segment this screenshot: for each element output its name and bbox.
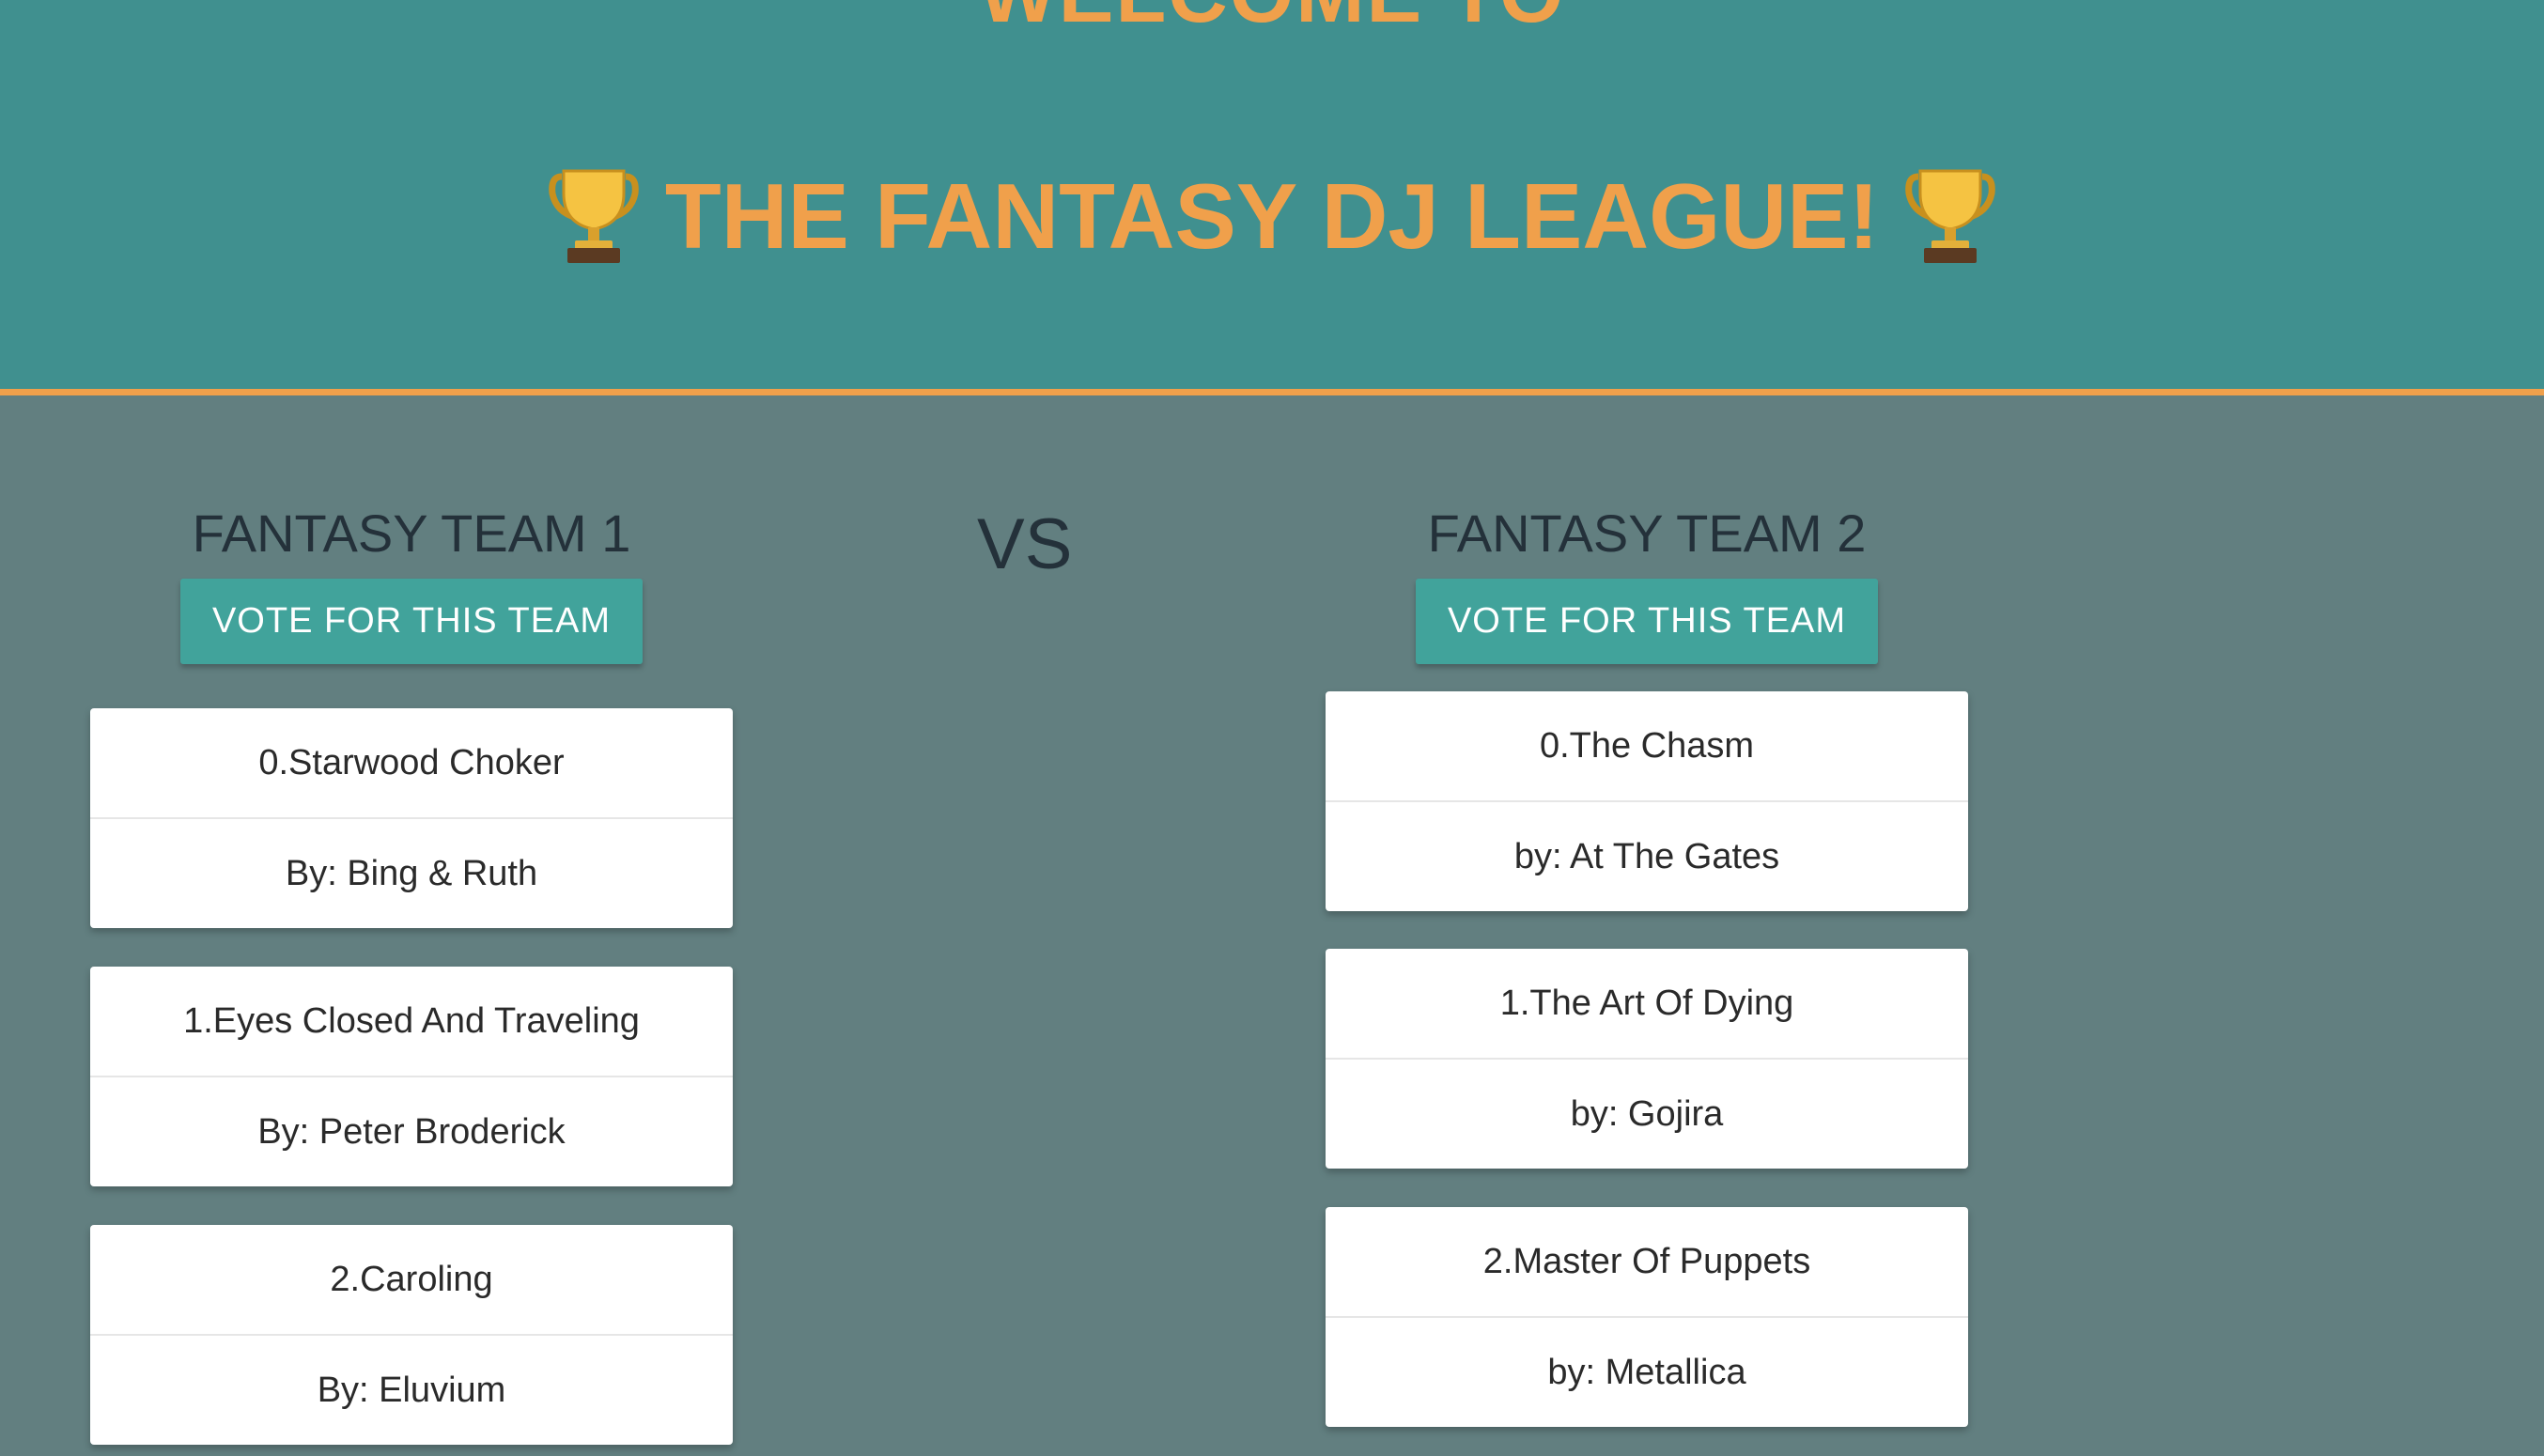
song-name: 1.Eyes Closed And Traveling	[90, 967, 733, 1077]
song-card[interactable]: 0.The Chasm by: At The Gates	[1326, 691, 1968, 911]
song-card[interactable]: 1.Eyes Closed And Traveling By: Peter Br…	[90, 967, 733, 1186]
trophy-icon	[549, 169, 639, 263]
header-banner: WELCOME TO THE FANTASY DJ LEAGUE!	[0, 0, 2544, 395]
trophy-icon	[1905, 169, 1995, 263]
title-row: THE FANTASY DJ LEAGUE!	[0, 155, 2544, 277]
welcome-text: WELCOME TO	[0, 0, 2544, 45]
team-1-title: FANTASY TEAM 1	[192, 503, 631, 563]
song-artist: By: Eluvium	[317, 1370, 506, 1410]
song-artist: By: Peter Broderick	[257, 1111, 566, 1152]
song-name: 0.Starwood Choker	[90, 708, 733, 819]
team-2-title: FANTASY TEAM 2	[1427, 503, 1867, 563]
vote-team-2-button[interactable]: VOTE FOR THIS TEAM	[1416, 579, 1878, 664]
song-name: 0.The Chasm	[1326, 691, 1968, 802]
song-artist: by: Metallica	[1547, 1352, 1746, 1392]
song-name: 1.The Art Of Dying	[1326, 949, 1968, 1060]
song-card[interactable]: 2.Master Of Puppets by: Metallica	[1326, 1207, 1968, 1427]
song-card[interactable]: 0.Starwood Choker By: Bing & Ruth	[90, 708, 733, 928]
team-1-column: FANTASY TEAM 1 VOTE FOR THIS TEAM 0.Star…	[90, 488, 733, 1445]
vs-label: VS	[977, 504, 1073, 584]
song-artist: by: At The Gates	[1513, 836, 1780, 876]
song-card[interactable]: 1.The Art Of Dying by: Gojira	[1326, 949, 1968, 1169]
song-artist: By: Bing & Ruth	[285, 853, 538, 893]
song-artist: by: Gojira	[1570, 1093, 1724, 1134]
song-name: 2.Caroling	[90, 1225, 733, 1336]
vote-team-1-button[interactable]: VOTE FOR THIS TEAM	[180, 579, 643, 664]
league-title: THE FANTASY DJ LEAGUE!	[664, 164, 1880, 268]
song-name: 2.Master Of Puppets	[1326, 1207, 1968, 1318]
team-2-column: FANTASY TEAM 2 VOTE FOR THIS TEAM 0.The …	[1326, 488, 1968, 1427]
song-card[interactable]: 2.Caroling By: Eluvium	[90, 1225, 733, 1445]
